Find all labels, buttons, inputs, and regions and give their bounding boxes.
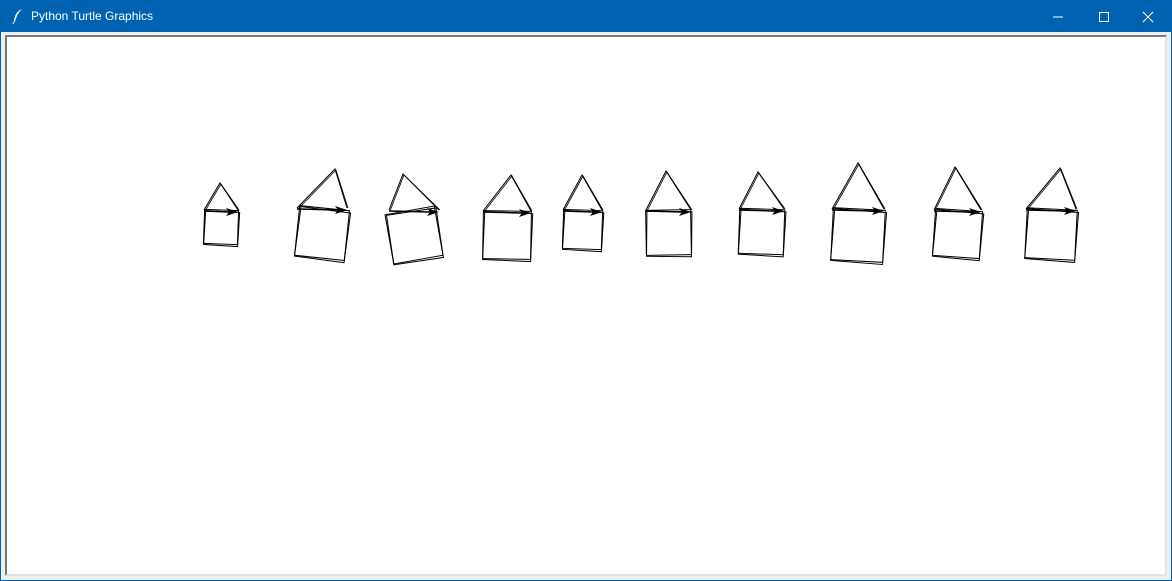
house-base (737, 208, 787, 258)
close-icon (1142, 11, 1154, 23)
house-roof (738, 171, 785, 210)
maximize-icon (1099, 12, 1109, 22)
house-drawing (384, 173, 444, 266)
feather-icon (12, 9, 22, 25)
house-roof (388, 173, 440, 211)
title-bar[interactable]: Python Turtle Graphics (1, 1, 1171, 32)
house-roof-retrace (832, 163, 886, 211)
house-roof-retrace (1026, 168, 1078, 211)
turtle-heading-line (562, 210, 594, 213)
house-base (1024, 207, 1078, 261)
turtle-drawing (202, 161, 1080, 266)
house-drawing (293, 168, 352, 264)
house-drawing (737, 171, 787, 258)
minimize-icon (1053, 16, 1063, 18)
house-base (202, 208, 240, 246)
house-roof-retrace (297, 169, 349, 210)
turtle-heading-line (645, 210, 683, 213)
house-base (645, 209, 692, 256)
house-roof (562, 173, 603, 211)
house-base (737, 207, 786, 256)
house-base (293, 205, 352, 264)
house-base (931, 208, 985, 262)
house-roof-retrace (389, 174, 441, 212)
turtle-heading-line (933, 210, 973, 213)
house-drawing (645, 169, 693, 258)
house-base (482, 210, 532, 260)
house-roof-retrace (483, 175, 533, 213)
house-base (482, 210, 534, 263)
house-base (646, 210, 693, 258)
turtle-heading-line (482, 211, 523, 214)
house-base (203, 210, 241, 248)
turtle-heading-line (831, 209, 876, 212)
house-roof-retrace (646, 171, 693, 212)
turtle-canvas[interactable] (5, 35, 1167, 576)
turtle-heading-line (1025, 209, 1068, 212)
turtle-heading-line (738, 209, 776, 212)
house-drawing (482, 174, 534, 263)
turtle-heading-line (203, 210, 230, 213)
house-roof (933, 165, 982, 211)
minimize-button[interactable] (1035, 1, 1081, 32)
turtle-heading-line (388, 210, 431, 213)
house-drawing (931, 165, 985, 262)
turtle-heading-line (296, 208, 339, 211)
house-drawing (830, 161, 888, 266)
house-roof (203, 182, 239, 211)
house-roof-retrace (563, 175, 604, 212)
maximize-button[interactable] (1081, 1, 1127, 32)
house-base (561, 208, 604, 251)
house-base (1024, 208, 1080, 263)
house-base (561, 209, 605, 253)
house-roof-retrace (204, 183, 240, 212)
house-drawing (1024, 167, 1080, 263)
house-base (293, 204, 351, 262)
house-roof (831, 161, 885, 210)
house-roof (645, 169, 692, 211)
house-roof (482, 174, 532, 212)
house-roof-retrace (934, 167, 983, 212)
app-window: Python Turtle Graphics (0, 0, 1172, 581)
window-title: Python Turtle Graphics (31, 9, 154, 23)
house-drawing (561, 173, 605, 253)
house-base (830, 207, 886, 263)
house-base (931, 207, 984, 260)
house-drawing (202, 182, 241, 248)
house-base (830, 208, 888, 266)
close-button[interactable] (1125, 1, 1171, 32)
